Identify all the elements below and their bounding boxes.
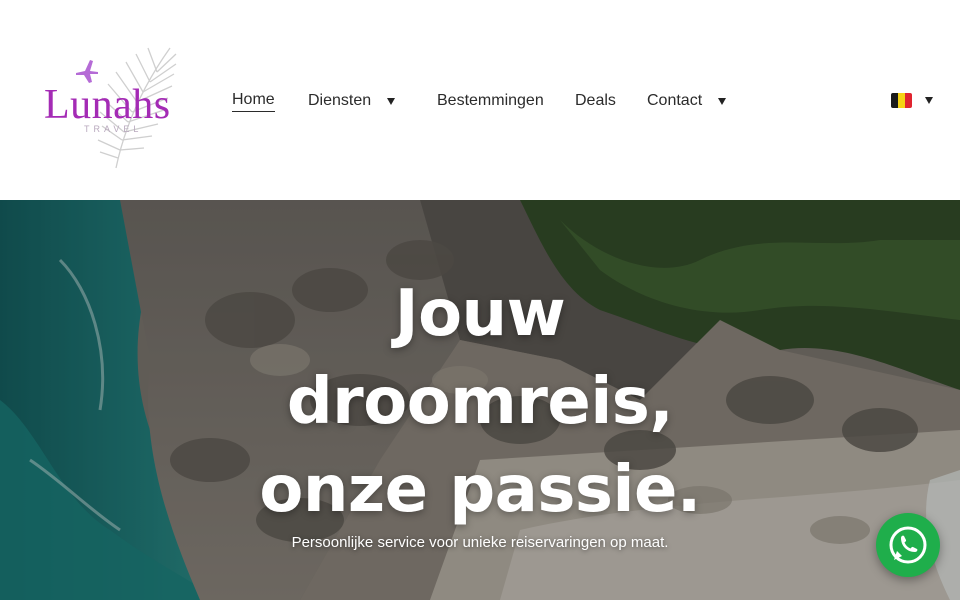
nav-label: Bestemmingen [437,92,544,109]
hero-title-line: onze passie. [259,453,701,527]
nav-item-bestemmingen[interactable]: Bestemmingen [437,88,544,114]
hero-subtitle: Persoonlijke service voor unieke reiserv… [291,534,669,551]
belgium-flag-icon [891,92,912,108]
nav-label: Deals [575,92,616,109]
nav-item-contact[interactable]: Contact [647,88,727,114]
whatsapp-icon [889,526,927,564]
nav-item-home[interactable]: Home [232,88,275,114]
hero-section: Jouw droomreis, onze passie. Persoonlijk… [0,200,960,600]
nav-label: Contact [647,92,703,109]
whatsapp-button[interactable] [876,513,940,577]
brand-name: Lunahs [44,82,171,128]
nav-item-deals[interactable]: Deals [575,88,616,114]
chevron-down-icon[interactable] [718,97,727,105]
hero-title-line: Jouw [394,277,566,351]
language-selector[interactable] [891,92,933,108]
brand-tagline: TRAVEL [84,124,143,134]
site-header: Lunahs TRAVEL Home Diensten Bestemmingen… [0,0,960,200]
hero-title: Jouw droomreis, onze passie. [180,270,780,534]
nav-item-diensten[interactable]: Diensten [308,88,396,114]
chevron-down-icon [925,96,933,104]
logo[interactable]: Lunahs TRAVEL [40,40,200,172]
hero-title-line: droomreis, [286,365,674,439]
chevron-down-icon[interactable] [387,97,396,105]
nav-label: Diensten [308,92,372,109]
nav-label: Home [232,91,275,112]
